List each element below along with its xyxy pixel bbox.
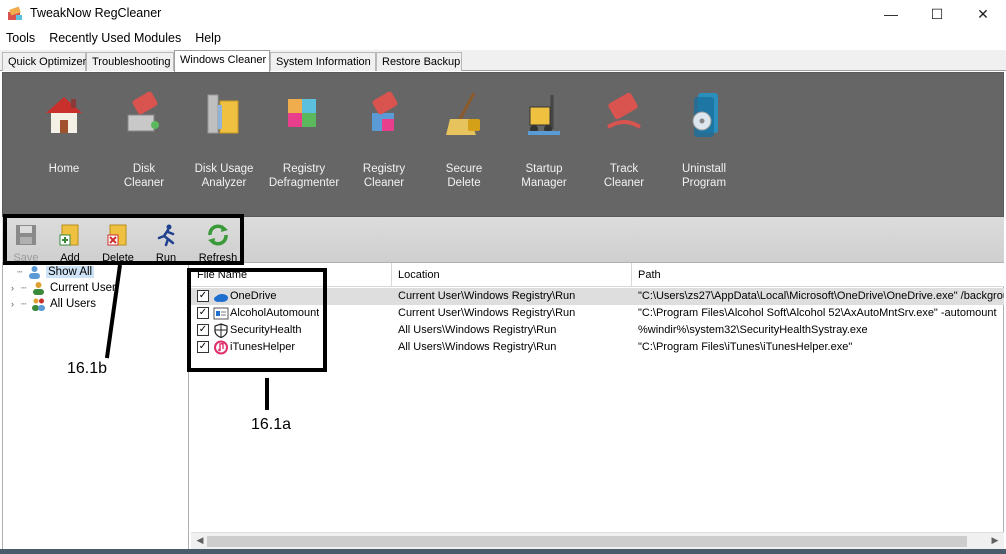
registry-cleaner-icon	[372, 91, 398, 131]
tab-restore-backup[interactable]: Restore Backup	[376, 52, 462, 71]
delete-button[interactable]: Delete	[98, 223, 138, 264]
row-name: OneDrive	[230, 290, 277, 302]
ribbon-startup-manager-button[interactable]: Startup Manager	[503, 89, 585, 190]
column-header-path[interactable]: Path	[632, 263, 1004, 287]
ribbon-disk-cleaner-button[interactable]: Disk Cleaner	[103, 89, 185, 190]
ribbon-disk-usage-button[interactable]: Disk Usage Analyzer	[183, 89, 265, 190]
row-path: "C:\Program Files\iTunes\iTunesHelper.ex…	[638, 341, 853, 353]
title-bar: TweakNow RegCleaner — ☐ ✕	[0, 0, 1006, 28]
uninstall-icon	[692, 93, 718, 137]
row-path: "C:\Users\zs27\AppData\Local\Microsoft\O…	[638, 290, 1004, 302]
tree-item-current-user[interactable]: › ┄ Current User	[11, 280, 116, 296]
tab-quick-optimizer[interactable]: Quick Optimizer	[2, 52, 86, 71]
row-checkbox[interactable]: ✓	[197, 324, 209, 336]
tab-system-information[interactable]: System Information	[270, 52, 376, 71]
table-row[interactable]: ✓ OneDrive Current User\Windows Registry…	[191, 288, 1004, 305]
action-toolbar: Save Add Delete Run Refresh	[2, 217, 1004, 264]
disk-cleaner-icon	[127, 91, 159, 132]
module-ribbon: Home Disk Cleaner Disk Usage Analyzer Re…	[2, 72, 1004, 217]
window-bottom-edge	[0, 549, 1006, 554]
table-row[interactable]: ✓ AlcoholAutomount Current User\Windows …	[191, 305, 1004, 322]
user-icon	[29, 266, 40, 279]
tree-connector: ┄	[17, 266, 23, 277]
menu-tools[interactable]: Tools	[0, 29, 42, 49]
ribbon-registry-defragmenter-button[interactable]: Registry Defragmenter	[263, 89, 345, 190]
row-checkbox[interactable]: ✓	[197, 290, 209, 302]
app-logo-icon	[8, 6, 22, 20]
add-folder-icon	[59, 224, 79, 246]
annotation-label-16-1b: 16.1b	[67, 360, 108, 377]
refresh-button[interactable]: Refresh	[196, 223, 240, 264]
tree-item-all-users[interactable]: › ┄ All Users	[11, 296, 96, 312]
startup-manager-icon	[528, 95, 560, 135]
ribbon-registry-cleaner-button[interactable]: Registry Cleaner	[343, 89, 425, 190]
expand-arrow-icon[interactable]: ›	[11, 283, 21, 293]
menu-recently-used-modules[interactable]: Recently Used Modules	[42, 29, 188, 49]
disk-usage-icon	[207, 94, 239, 134]
row-location: Current User\Windows Registry\Run	[398, 290, 576, 302]
secure-delete-icon	[446, 92, 480, 135]
expand-arrow-icon[interactable]: ›	[11, 299, 21, 309]
floppy-disk-icon	[16, 225, 36, 245]
annotation-label-16-1a: 16.1a	[251, 416, 292, 433]
row-path: "C:\Program Files\Alcohol Soft\Alcohol 5…	[638, 307, 997, 319]
row-name: SecurityHealth	[230, 324, 302, 336]
scroll-right-arrow-icon[interactable]: ▶	[988, 535, 1002, 546]
onedrive-icon	[214, 294, 228, 302]
run-button[interactable]: Run	[146, 223, 186, 264]
shield-icon	[214, 323, 228, 338]
delete-folder-icon	[107, 224, 127, 246]
row-location: All Users\Windows Registry\Run	[398, 324, 557, 336]
startup-items-list: File Name Location Path ✓ OneDrive Curre…	[191, 263, 1004, 549]
user-icon	[33, 282, 44, 295]
table-row[interactable]: ✓ iTunesHelper All Users\Windows Registr…	[191, 339, 1004, 356]
ribbon-uninstall-program-button[interactable]: Uninstall Program	[663, 89, 745, 190]
tab-windows-cleaner[interactable]: Windows Cleaner	[174, 50, 270, 72]
scroll-left-arrow-icon[interactable]: ◀	[193, 535, 207, 546]
maximize-button[interactable]: ☐	[914, 0, 960, 28]
row-name: iTunesHelper	[230, 341, 296, 353]
ribbon-track-cleaner-button[interactable]: Track Cleaner	[583, 89, 665, 190]
user-tree: ┄ Show All › ┄ Current User › ┄ All User…	[2, 263, 189, 549]
row-name: AlcoholAutomount	[230, 307, 320, 319]
row-checkbox[interactable]: ✓	[197, 341, 209, 353]
track-cleaner-icon	[606, 92, 642, 129]
tree-item-show-all[interactable]: ┄ Show All	[17, 264, 95, 280]
close-button[interactable]: ✕	[960, 0, 1006, 28]
menu-help[interactable]: Help	[188, 29, 228, 49]
column-header-location[interactable]: Location	[392, 263, 632, 287]
ribbon-home-button[interactable]: Home	[23, 89, 105, 176]
menu-bar: Tools Recently Used Modules Help	[0, 29, 228, 49]
column-header-file-name[interactable]: File Name	[191, 263, 392, 287]
ribbon-home-label: Home	[48, 163, 80, 175]
minimize-button[interactable]: —	[868, 0, 914, 28]
row-location: Current User\Windows Registry\Run	[398, 307, 576, 319]
save-button[interactable]: Save	[6, 223, 46, 264]
ribbon-secure-delete-button[interactable]: Secure Delete	[423, 89, 505, 190]
scrollbar-thumb[interactable]	[207, 536, 967, 547]
annotation-pointer-line	[265, 378, 269, 410]
tab-troubleshooting[interactable]: Troubleshooting	[86, 52, 174, 71]
alcohol-icon	[213, 307, 229, 320]
running-man-icon	[157, 224, 175, 247]
horizontal-scrollbar[interactable]: ◀ ▶	[191, 532, 1004, 549]
refresh-icon	[208, 224, 228, 246]
users-icon	[32, 298, 45, 311]
house-icon	[46, 97, 82, 133]
row-path: %windir%\system32\SecurityHealthSystray.…	[638, 324, 868, 336]
table-row[interactable]: ✓ SecurityHealth All Users\Windows Regis…	[191, 322, 1004, 339]
window-title: TweakNow RegCleaner	[30, 6, 162, 20]
registry-defrag-icon	[288, 99, 316, 127]
row-location: All Users\Windows Registry\Run	[398, 341, 557, 353]
row-checkbox[interactable]: ✓	[197, 307, 209, 319]
add-button[interactable]: Add	[50, 223, 90, 264]
module-tabs: Quick Optimizer Troubleshooting Windows …	[0, 50, 1006, 72]
itunes-icon	[214, 340, 228, 355]
